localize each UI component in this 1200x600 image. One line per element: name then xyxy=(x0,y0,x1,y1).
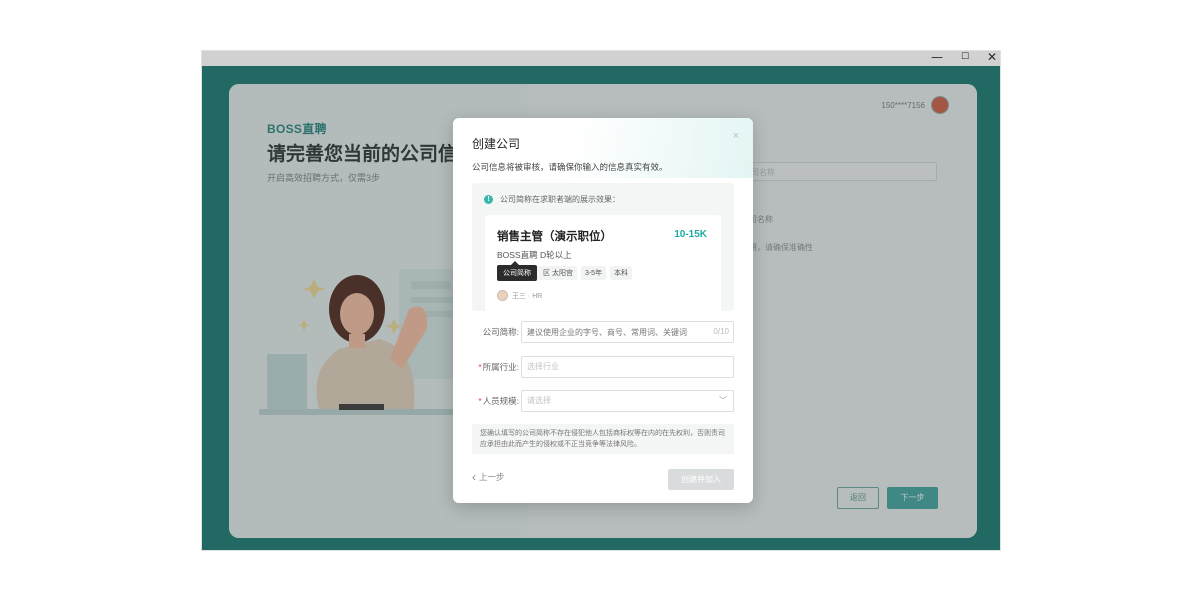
job-company-line: BOSS直聘 D轮以上 xyxy=(497,250,572,260)
dialog-title: 创建公司 xyxy=(472,137,521,151)
required-mark: * xyxy=(478,362,482,372)
recruiter-avatar xyxy=(497,290,508,301)
form-row-size: *人员规模: 请选择 ﹀ xyxy=(467,390,734,412)
industry-label: *所属行业: xyxy=(467,356,519,378)
size-label-text: 人员规模: xyxy=(482,396,519,406)
tag-experience: 3-5年 xyxy=(580,266,607,280)
close-icon[interactable]: × xyxy=(733,130,739,142)
recruiter-info: 王三 · HR xyxy=(497,290,542,301)
job-salary: 10-15K xyxy=(674,229,707,240)
previous-step-label: 上一步 xyxy=(479,472,505,482)
short-name-label: 公司简称: xyxy=(482,327,519,337)
preview-panel: ! 公司简称在求职者端的展示效果： 销售主管（演示职位） 10-15K BOSS… xyxy=(472,183,734,311)
legal-disclaimer: 您确认填写的公司简称不存在侵犯他人包括商标权等在内的在先权利，否则责司应承担由此… xyxy=(472,424,734,454)
char-counter: 0/10 xyxy=(713,327,729,336)
create-and-join-button[interactable]: 创建并加入 xyxy=(668,469,734,490)
job-preview-card: 销售主管（演示职位） 10-15K BOSS直聘 D轮以上 公司简称 区 太阳宫… xyxy=(485,215,721,311)
company-short-name-input[interactable] xyxy=(521,321,734,343)
recruiter-name: 王三 · HR xyxy=(512,292,543,300)
company-short-name-tooltip: 公司简称 xyxy=(497,261,537,281)
preview-label: 公司简称在求职者端的展示效果： xyxy=(500,195,620,204)
industry-label-text: 所属行业: xyxy=(482,362,519,372)
review-notice: 公司信息将被审核，请确保你输入的信息真实有效。 xyxy=(472,162,668,172)
tag-education: 本科 xyxy=(610,266,633,280)
size-label: *人员规模: xyxy=(467,390,519,412)
form-row-industry: *所属行业: 选择行业 xyxy=(467,356,734,378)
industry-select[interactable]: 选择行业 xyxy=(521,356,734,378)
previous-step-link[interactable]: ‹ 上一步 xyxy=(472,471,505,483)
company-size-select[interactable]: 请选择 xyxy=(521,390,734,412)
chevron-down-icon[interactable]: ﹀ xyxy=(719,395,727,406)
info-icon: ! xyxy=(484,195,493,204)
create-company-dialog: 创建公司 × 公司信息将被审核，请确保你输入的信息真实有效。 ! 公司简称在求职… xyxy=(453,118,753,503)
chevron-left-icon: ‹ xyxy=(472,470,476,484)
required-mark: * xyxy=(478,396,482,406)
job-title: 销售主管（演示职位） xyxy=(497,231,612,243)
form-row-short-name: 公司简称: 0/10 xyxy=(467,321,734,343)
